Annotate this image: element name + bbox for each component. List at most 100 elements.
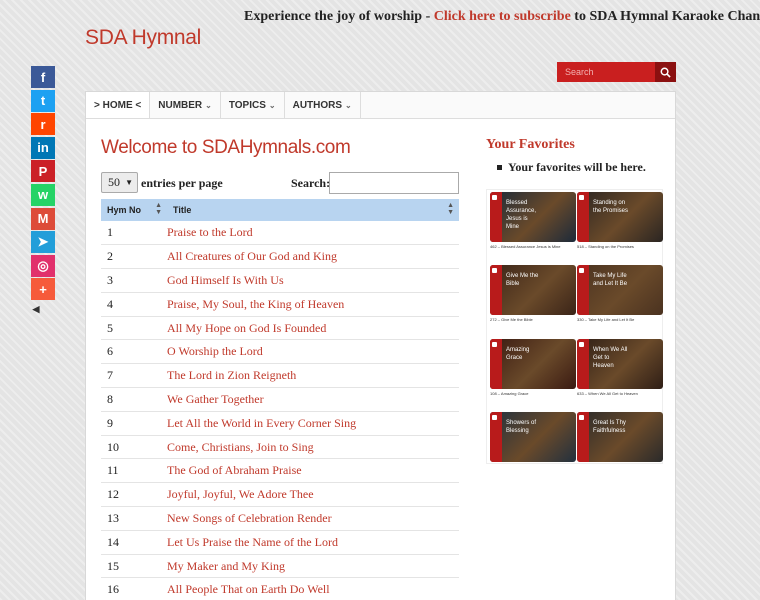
facebook-icon: f	[40, 69, 46, 85]
hide-share-icon[interactable]: ◀	[31, 304, 41, 314]
table-row: 6O Worship the Lord	[101, 339, 459, 365]
nav-label: > HOME <	[94, 99, 142, 111]
banner-prefix: Experience the joy of worship -	[244, 9, 434, 24]
hymn-title-link[interactable]: My Maker and My King	[167, 554, 459, 579]
gmail-share-button[interactable]: M	[31, 207, 55, 230]
pinterest-share-button[interactable]: P	[31, 160, 55, 183]
whatsapp-icon: w	[37, 187, 49, 203]
reddit-icon: r	[40, 116, 46, 132]
thumbnail-title: When We All Get to Heaven	[593, 347, 628, 369]
table-row: 4 Praise, My Soul, the King of Heaven	[101, 292, 459, 317]
hymn-title-link[interactable]: New Songs of Celebration Render	[167, 506, 459, 531]
hymn-number: 2	[101, 244, 167, 270]
thumbnail-image: Give Me the Bible	[490, 265, 576, 315]
entries-value: 50	[108, 175, 120, 189]
hymn-number: 5	[101, 316, 167, 341]
thumbnail-caption	[490, 463, 576, 471]
instagram-icon: ◎	[37, 257, 49, 273]
thumbnail-title: Take My Life and Let It Be	[593, 273, 628, 287]
more-icon: +	[39, 281, 47, 297]
table-row: 15 My Maker and My King	[101, 554, 459, 579]
search-input[interactable]	[557, 62, 655, 82]
video-thumbnail[interactable]: Great Is Thy Faithfulness	[577, 412, 663, 472]
main-nav: > HOME < NUMBER ⌄ TOPICS ⌄ AUTHORS ⌄	[86, 92, 675, 119]
hymn-title-link[interactable]: Joyful, Joyful, We Adore Thee	[167, 482, 459, 508]
main-content: Welcome to SDAHymnals.com 50 ▼ entries p…	[101, 137, 459, 600]
sort-icon: ▲ ▼	[447, 202, 454, 216]
video-thumbnail[interactable]: Take My Life and Let It Be 330 – Take My …	[577, 265, 663, 325]
nav-item-topics[interactable]: TOPICS ⌄	[221, 92, 285, 118]
chevron-down-icon: ⌄	[345, 100, 352, 110]
hymn-title-link[interactable]: Praise to the Lord	[167, 221, 459, 246]
hymnal-logo-strip	[577, 412, 589, 462]
telegram-icon: ➤	[37, 234, 49, 250]
hymn-number: 6	[101, 339, 167, 365]
thumbnail-caption: 633 – When We All Get to Heaven	[577, 391, 638, 396]
video-thumbnail[interactable]: Give Me the Bible 272 – Give Me the Bible	[490, 265, 576, 325]
nav-item-authors[interactable]: AUTHORS ⌄	[285, 92, 361, 118]
hymn-title-link[interactable]: O Worship the Lord	[167, 339, 459, 365]
hymn-title-link[interactable]: Come, Christians, Join to Sing	[167, 435, 459, 460]
linkedin-icon: in	[37, 140, 49, 156]
site-title[interactable]: SDA Hymnal	[85, 26, 201, 50]
favorites-placeholder: Your favorites will be here.	[508, 160, 646, 174]
hymn-title-link[interactable]: Let Us Praise the Name of the Lord	[167, 530, 459, 555]
hymnal-logo-strip	[577, 339, 589, 389]
hymn-title-link[interactable]: The Lord in Zion Reigneth	[167, 363, 459, 389]
twitter-icon: t	[40, 93, 46, 109]
video-thumbnail[interactable]: When We All Get to Heaven 633 – When We A…	[577, 339, 663, 399]
hymnal-logo-strip	[490, 339, 502, 389]
hymn-title-link[interactable]: Praise, My Soul, the King of Heaven	[167, 292, 459, 317]
video-thumbnail[interactable]: Blessed Assurance, Jesus is Mine 462 – Bl…	[490, 192, 576, 252]
nav-item-home[interactable]: > HOME <	[86, 92, 151, 118]
thumbnail-title: Standing on the Promises	[593, 200, 629, 214]
instagram-share-button[interactable]: ◎	[31, 254, 55, 277]
subscribe-banner: Experience the joy of worship - Click he…	[244, 9, 760, 25]
table-search-label: Search:	[291, 176, 331, 190]
content-card: > HOME < NUMBER ⌄ TOPICS ⌄ AUTHORS ⌄ Welcome t…	[85, 91, 676, 600]
banner-suffix: to SDA Hymnal Karaoke Channel!	[574, 9, 760, 24]
hymn-number: 13	[101, 506, 167, 531]
hymn-title-link[interactable]: God Himself Is With Us	[167, 268, 459, 293]
hymn-title-link[interactable]: Let All the World in Every Corner Sing	[167, 411, 459, 436]
telegram-share-button[interactable]: ➤	[31, 231, 55, 254]
reddit-share-button[interactable]: r	[31, 113, 55, 136]
column-header-title[interactable]: Title ▲ ▼	[167, 199, 459, 221]
entries-label: entries per page	[141, 176, 223, 190]
search-icon	[660, 67, 671, 78]
search-button[interactable]	[655, 62, 676, 82]
whatsapp-share-button[interactable]: w	[31, 183, 55, 206]
hymn-title-link[interactable]: The God of Abraham Praise	[167, 458, 459, 484]
bullet-icon	[497, 165, 502, 170]
table-row: 10 Come, Christians, Join to Sing	[101, 435, 459, 460]
hymnal-logo-strip	[490, 265, 502, 315]
entries-per-page-select[interactable]: 50 ▼	[101, 172, 138, 193]
linkedin-share-button[interactable]: in	[31, 136, 55, 159]
hymn-title-link[interactable]: All My Hope on God Is Founded	[167, 316, 459, 341]
table-row: 16 All People That on Earth Do Well	[101, 577, 459, 600]
hymn-title-link[interactable]: We Gather Together	[167, 387, 459, 412]
video-thumbnail[interactable]: Showers of Blessing	[490, 412, 576, 472]
thumbnail-image: Showers of Blessing	[490, 412, 576, 462]
hymn-number: 14	[101, 530, 167, 555]
table-search-input[interactable]	[329, 172, 459, 194]
twitter-share-button[interactable]: t	[31, 89, 55, 112]
pinterest-icon: P	[38, 163, 48, 179]
table-row: 12 Joyful, Joyful, We Adore Thee	[101, 482, 459, 508]
sort-icon: ▲ ▼	[155, 202, 162, 216]
nav-item-number[interactable]: NUMBER ⌄	[150, 92, 221, 118]
thumbnail-caption: 272 – Give Me the Bible	[490, 317, 533, 322]
thumbnail-image: Take My Life and Let It Be	[577, 265, 663, 315]
hymnal-logo-strip	[577, 192, 589, 242]
chevron-down-icon: ⌄	[268, 100, 276, 110]
more-share-button[interactable]: +	[31, 278, 55, 301]
table-row: 11 The God of Abraham Praise	[101, 458, 459, 484]
subscribe-link[interactable]: Click here to subscribe	[434, 9, 571, 24]
column-header-hymn-no[interactable]: Hym No ▲ ▼	[101, 199, 167, 221]
thumbnail-caption	[577, 463, 663, 471]
hymn-title-link[interactable]: All Creatures of Our God and King	[167, 244, 459, 270]
video-thumbnail[interactable]: Standing on the Promises 518 – Standing o…	[577, 192, 663, 252]
facebook-share-button[interactable]: f	[31, 66, 55, 88]
video-thumbnail[interactable]: Amazing Grace 108 – Amazing Grace	[490, 339, 576, 399]
hymn-title-link[interactable]: All People That on Earth Do Well	[167, 577, 459, 600]
